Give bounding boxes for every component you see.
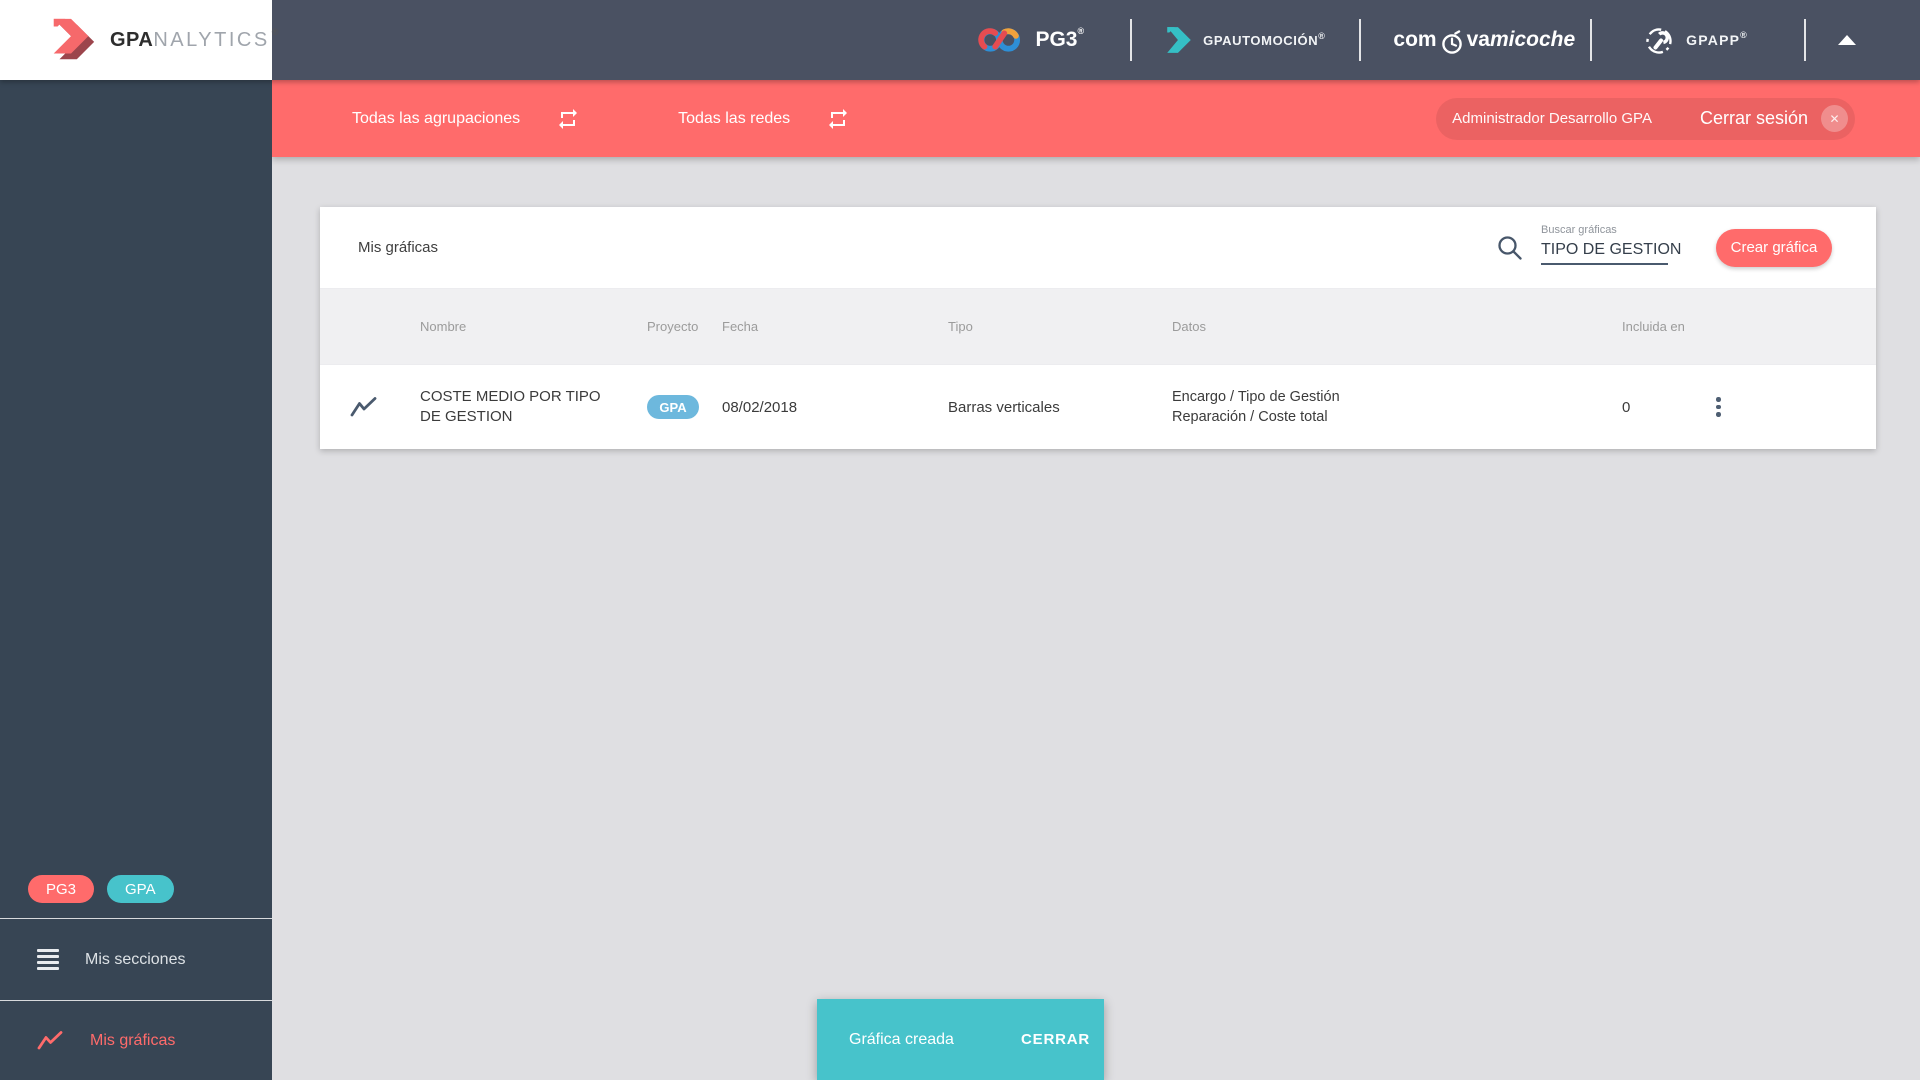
sidebar-item-mis-graficas[interactable]: Mis gráficas <box>0 1000 272 1080</box>
sidebar-badges: PG3 GPA <box>0 875 272 918</box>
gpanalytics-arrow-icon <box>46 16 98 64</box>
header-divider <box>1590 19 1593 61</box>
menu-icon <box>37 949 59 970</box>
toast-message: Gráfica creada <box>849 1030 954 1048</box>
sidebar: PG3 GPA Mis secciones Mis gráficas <box>0 80 272 1080</box>
user-session-pill: Administrador Desarrollo GPA Cerrar sesi… <box>1436 97 1855 140</box>
sidebar-item-label: Mis gráficas <box>90 1031 176 1049</box>
line-chart-icon <box>350 396 420 418</box>
row-data: Encargo / Tipo de Gestión Reparación / C… <box>1172 387 1622 427</box>
row-date: 08/02/2018 <box>722 398 798 416</box>
header-divider <box>1804 19 1806 61</box>
create-chart-button[interactable]: Crear gráfica <box>1716 228 1832 267</box>
pg3-infinity-icon <box>977 24 1025 56</box>
gpautomocion-wordmark: GPAUTOMOCIÓN® <box>1203 30 1326 48</box>
logout-icon[interactable]: ✕ <box>1821 105 1848 132</box>
sidebar-bottom: PG3 GPA Mis secciones Mis gráficas <box>0 875 272 1080</box>
card-header: Mis gráficas Buscar gráficas TIPO DE GES… <box>320 207 1876 288</box>
row-data-line2: Reparación / Coste total <box>1172 409 1328 425</box>
gpapp-wrench-icon <box>1642 23 1676 57</box>
column-header-nombre: Nombre <box>420 319 467 334</box>
pg3-logo[interactable]: PG3® <box>977 24 1084 56</box>
toast-close-button[interactable]: CERRAR <box>1021 1031 1090 1048</box>
swap-networks-icon[interactable] <box>826 107 850 131</box>
search-input[interactable]: Buscar gráficas TIPO DE GESTION <box>1541 224 1681 265</box>
app-root: GPANALYTICS ® PG3® GPAUTOMOCIÓN® com va … <box>0 0 1920 1080</box>
column-header-datos: Datos <box>1172 319 1206 334</box>
comprava-suffix: micoche <box>1489 28 1576 51</box>
project-badge: GPA <box>647 395 699 419</box>
header-divider <box>1359 19 1362 61</box>
gpanalytics-logo[interactable]: GPANALYTICS ® <box>0 0 278 80</box>
comprava-mid: va <box>1466 28 1490 51</box>
top-header: GPANALYTICS ® PG3® GPAUTOMOCIÓN® com va … <box>0 0 1920 80</box>
column-header-tipo: Tipo <box>948 319 973 334</box>
line-chart-icon <box>37 1030 64 1051</box>
groupings-selector[interactable]: Todas las agrupaciones <box>352 110 520 128</box>
table-header: Nombre Proyecto Fecha Tipo Datos Incluid… <box>320 288 1876 365</box>
badge-gpa[interactable]: GPA <box>107 875 174 903</box>
search-input-label: Buscar gráficas <box>1541 224 1617 236</box>
included-count: 0 <box>1622 398 1631 416</box>
row-data-line1: Encargo / Tipo de Gestión <box>1172 389 1340 405</box>
gpapp-logo[interactable]: GPAPP® <box>1642 23 1748 57</box>
column-header-proyecto: Proyecto <box>647 319 699 334</box>
networks-selector[interactable]: Todas las redes <box>678 110 790 128</box>
gpautomocion-logo[interactable]: GPAUTOMOCIÓN® <box>1164 25 1325 55</box>
search-input-value: TIPO DE GESTION <box>1541 241 1682 258</box>
sidebar-item-mis-secciones[interactable]: Mis secciones <box>0 918 272 1000</box>
clock-icon <box>1437 27 1467 54</box>
row-name: COSTE MEDIO POR TIPO DE GESTION <box>420 388 601 425</box>
column-header-incluida-en: Incluida en <box>1622 319 1685 334</box>
gpautomocion-arrow-icon <box>1164 25 1194 55</box>
user-name: Administrador Desarrollo GPA <box>1452 110 1652 127</box>
row-type: Barras verticales <box>948 398 1060 416</box>
compravamicoche-logo[interactable]: com va micoche <box>1393 27 1576 54</box>
gpanalytics-wordmark: GPANALYTICS ® <box>110 26 279 51</box>
header-divider <box>1130 19 1133 61</box>
column-header-fecha: Fecha <box>722 319 759 334</box>
sidebar-item-label: Mis secciones <box>85 950 186 968</box>
pg3-wordmark: PG3® <box>1035 26 1085 51</box>
page-title: Mis gráficas <box>358 239 439 256</box>
search-icon[interactable] <box>1496 234 1524 262</box>
filter-bar: Todas las agrupaciones Todas las redes A… <box>272 80 1920 157</box>
charts-card: Mis gráficas Buscar gráficas TIPO DE GES… <box>320 207 1876 449</box>
header-brand-strip: PG3® GPAUTOMOCIÓN® com va micoche GPAPP® <box>977 0 1920 80</box>
badge-pg3[interactable]: PG3 <box>28 875 95 903</box>
toast-notification: Gráfica creada CERRAR <box>817 999 1104 1080</box>
comprava-prefix: com <box>1393 28 1437 51</box>
gpapp-wordmark: GPAPP® <box>1686 30 1748 48</box>
swap-groupings-icon[interactable] <box>556 107 580 131</box>
logout-button[interactable]: Cerrar sesión <box>1700 108 1808 129</box>
row-menu-kebab-icon[interactable] <box>1712 393 1725 421</box>
row-included: 0 <box>1622 393 1876 421</box>
collapse-header-icon[interactable] <box>1838 35 1856 45</box>
table-row[interactable]: COSTE MEDIO POR TIPO DE GESTION GPA 08/0… <box>320 365 1876 449</box>
card-actions: Buscar gráficas TIPO DE GESTION Crear gr… <box>1496 224 1876 267</box>
